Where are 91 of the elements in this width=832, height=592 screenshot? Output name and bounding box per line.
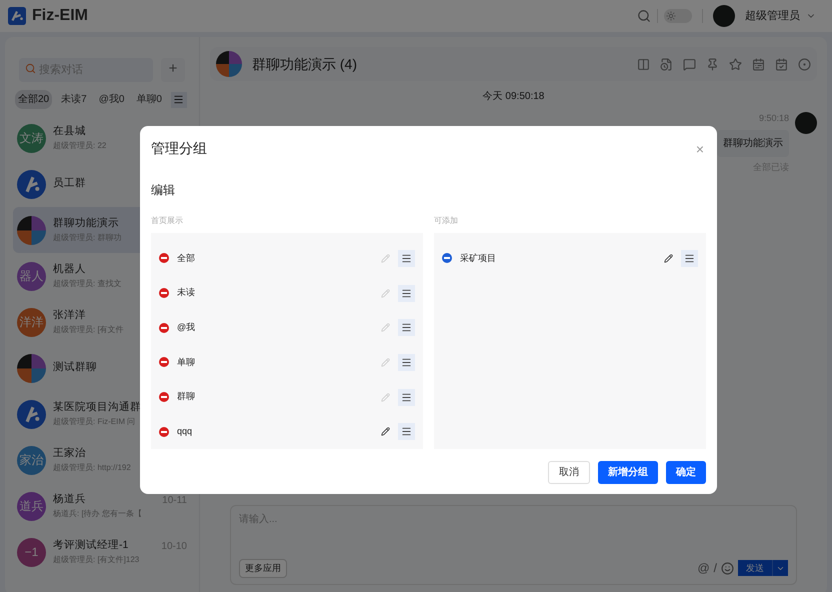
logo-avatar bbox=[17, 170, 46, 198]
avatar: 洋洋 bbox=[17, 308, 46, 336]
add-button[interactable]: + bbox=[161, 58, 185, 82]
dialog-button[interactable]: 确定 bbox=[666, 461, 706, 484]
mention-button[interactable]: @ bbox=[697, 559, 710, 578]
group-label: qqq bbox=[177, 425, 192, 438]
logo-icon bbox=[8, 7, 26, 25]
dialog-button[interactable]: 取消 bbox=[548, 461, 590, 484]
user-avatar[interactable] bbox=[713, 5, 735, 27]
date-label: 今天 09:50:18 bbox=[482, 90, 544, 104]
avatar: 文涛 bbox=[17, 124, 46, 152]
avatar: −1 bbox=[17, 538, 46, 566]
chat-name: 杨道兵 bbox=[53, 492, 86, 508]
chat-name: 考评测试经理-1 bbox=[53, 538, 128, 554]
columns-icon[interactable] bbox=[637, 58, 650, 70]
drag-handle[interactable] bbox=[398, 423, 415, 440]
menu-button[interactable] bbox=[170, 92, 187, 108]
chat-name: 张洋洋 bbox=[53, 308, 86, 324]
message-icon[interactable] bbox=[683, 58, 696, 70]
search-icon[interactable] bbox=[637, 9, 651, 23]
chat-name: 某医院项目沟通群 bbox=[53, 400, 141, 416]
dialog-title: 管理分组 bbox=[151, 139, 208, 158]
filter-tab[interactable]: 单聊0 bbox=[133, 90, 165, 109]
app-name: Fiz-EIM bbox=[32, 6, 88, 26]
remove-icon[interactable] bbox=[159, 357, 169, 368]
chat-name: 群聊功能演示 bbox=[53, 216, 119, 232]
drag-handle[interactable] bbox=[681, 250, 698, 267]
menu-icon bbox=[173, 94, 184, 105]
menu-icon bbox=[684, 252, 695, 264]
drag-handle[interactable] bbox=[398, 319, 415, 336]
group-avatar bbox=[17, 216, 46, 244]
avatar: 家治 bbox=[17, 446, 46, 474]
section-title: 编辑 bbox=[151, 182, 175, 199]
avatar: 道兵 bbox=[17, 492, 46, 520]
more-apps-button[interactable]: 更多应用 bbox=[239, 558, 287, 578]
send-options-button[interactable] bbox=[772, 560, 788, 576]
group-label: 群聊 bbox=[177, 390, 195, 404]
menu-icon bbox=[401, 356, 412, 368]
group-label: @我 bbox=[177, 320, 196, 334]
target-icon[interactable] bbox=[798, 58, 811, 70]
menu-icon bbox=[401, 426, 412, 438]
drag-handle[interactable] bbox=[398, 388, 415, 406]
filter-tab[interactable]: 全部20 bbox=[15, 90, 52, 109]
logo-avatar bbox=[17, 400, 46, 428]
group-label: 单聊 bbox=[177, 356, 195, 369]
sun-icon bbox=[666, 11, 676, 21]
group-label: 未读 bbox=[177, 286, 195, 300]
menu-icon bbox=[401, 288, 412, 299]
remove-icon[interactable] bbox=[159, 322, 169, 333]
drag-handle[interactable] bbox=[398, 354, 415, 371]
menu-icon bbox=[401, 322, 412, 334]
chat-name: 员工群 bbox=[53, 176, 86, 192]
send-button[interactable]: 发送 bbox=[738, 560, 772, 576]
pin-icon[interactable] bbox=[706, 58, 719, 70]
chat-name: 机器人 bbox=[53, 262, 86, 278]
calendar-check-icon[interactable] bbox=[775, 58, 788, 70]
calendar-icon[interactable] bbox=[752, 58, 765, 70]
remove-icon[interactable] bbox=[159, 392, 169, 402]
chat-name: 测试群聊 bbox=[53, 360, 97, 376]
avatar: 器人 bbox=[17, 262, 46, 290]
filter-tab[interactable]: 未读7 bbox=[58, 90, 90, 109]
star-icon[interactable] bbox=[729, 58, 742, 70]
drag-handle[interactable] bbox=[398, 250, 415, 267]
file-clock-icon[interactable] bbox=[660, 58, 673, 70]
dialog-button[interactable]: 新增分组 bbox=[598, 461, 658, 484]
user-name[interactable]: 超级管理员 bbox=[745, 8, 800, 24]
emoji-icon[interactable] bbox=[721, 562, 734, 575]
menu-icon bbox=[401, 252, 412, 264]
edit-icon[interactable] bbox=[664, 254, 673, 263]
drag-handle[interactable] bbox=[398, 284, 415, 302]
chat-name: 王家治 bbox=[53, 446, 86, 462]
group-avatar bbox=[216, 51, 242, 77]
edit-icon[interactable] bbox=[381, 427, 390, 436]
remove-icon[interactable] bbox=[159, 426, 169, 437]
remove-icon[interactable] bbox=[159, 253, 169, 264]
group-label: 采矿项目 bbox=[460, 252, 496, 265]
chat-name: 在县城 bbox=[53, 124, 86, 140]
column-title: 首页展示 bbox=[151, 215, 183, 227]
group-label: 全部 bbox=[177, 252, 195, 265]
close-button[interactable]: × bbox=[696, 142, 704, 156]
add-icon[interactable] bbox=[442, 253, 452, 264]
theme-toggle[interactable] bbox=[664, 9, 692, 23]
column-title: 可添加 bbox=[434, 215, 458, 227]
chat-title: 群聊功能演示 (4) bbox=[252, 54, 358, 74]
group-avatar bbox=[17, 354, 46, 382]
command-button[interactable]: / bbox=[714, 559, 717, 578]
sender-avatar bbox=[795, 112, 817, 134]
filter-tab[interactable]: @我0 bbox=[96, 90, 128, 109]
menu-icon bbox=[401, 392, 412, 403]
message-bubble: 群聊功能演示 bbox=[717, 130, 789, 156]
remove-icon[interactable] bbox=[159, 288, 169, 298]
